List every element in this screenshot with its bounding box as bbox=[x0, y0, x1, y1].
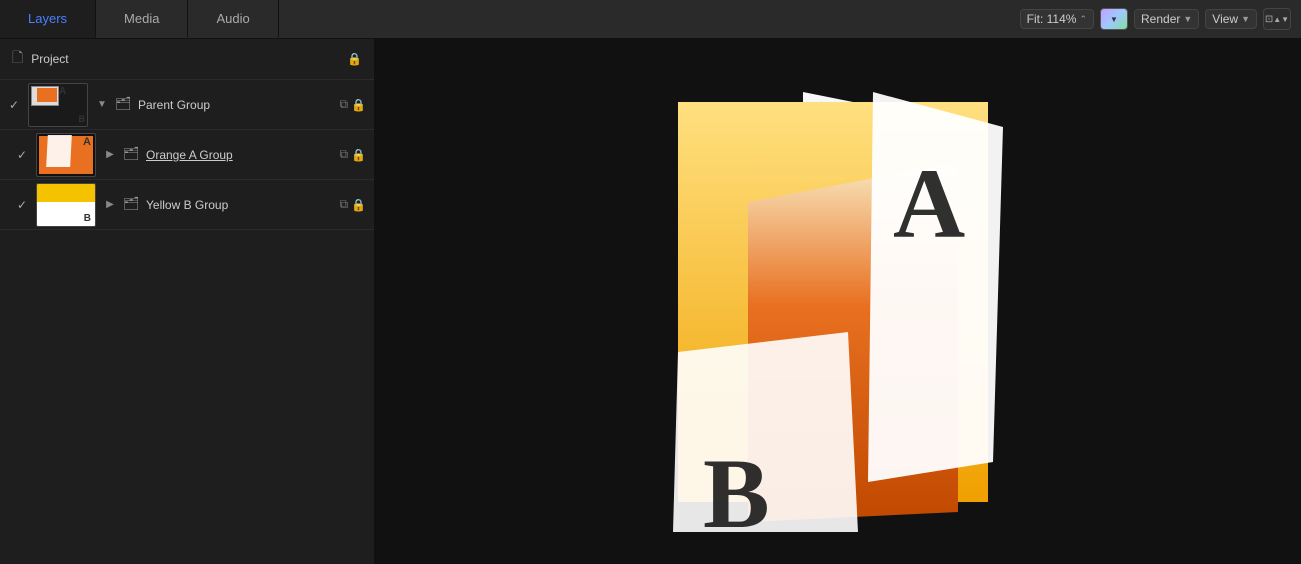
toolbar-right: Fit: 114% ⌃ ▼ Render ▼ View ▼ ⊡ ▲▼ bbox=[1010, 0, 1301, 38]
tab-layers[interactable]: Layers bbox=[0, 0, 96, 38]
render-chevron-icon: ▼ bbox=[1183, 14, 1192, 24]
view-chevron-icon: ▼ bbox=[1241, 14, 1250, 24]
parent-group-actions: ⧉ 🔒 bbox=[339, 97, 366, 112]
tab-audio[interactable]: Audio bbox=[188, 0, 278, 38]
canvas-area[interactable]: A B bbox=[375, 39, 1301, 564]
parent-group-folder-icon: 🗂 bbox=[115, 96, 133, 114]
yellow-b-lock-icon[interactable]: 🔒 bbox=[351, 198, 366, 212]
layer-row-yellow-b[interactable]: ✓ B ▶ 🗂 Yellow B Group ⧉ 🔒 bbox=[0, 180, 374, 230]
expand-arrow-right-icon-yellow-b: ▶ bbox=[106, 199, 114, 210]
layer-thumbnail-yellow-b: B bbox=[36, 183, 96, 227]
project-name: Project bbox=[31, 52, 68, 66]
orange-a-expand-button[interactable]: ▶ bbox=[102, 149, 118, 160]
orange-a-folder-icon: 🗂 bbox=[123, 146, 141, 164]
orange-a-lock-icon[interactable]: 🔒 bbox=[351, 148, 366, 162]
view-button[interactable]: View ▼ bbox=[1205, 9, 1257, 29]
yellow-b-copy-icon[interactable]: ⧉ bbox=[339, 197, 348, 212]
layer-row-orange-a[interactable]: ✓ A ▶ 🗂 Orange A Group ⧉ 🔒 bbox=[0, 130, 374, 180]
window-layout-button[interactable]: ⊡ ▲▼ bbox=[1263, 8, 1291, 30]
project-lock-icon: 🔒 bbox=[347, 52, 362, 66]
layer-thumbnail-orange-a: A bbox=[36, 133, 96, 177]
checkbox-mark-yellow-b: ✓ bbox=[17, 198, 27, 212]
left-panel: 🗋 Project 🔒 ✓ A B ▼ 🗂 Parent Group ⧉ 🔒 bbox=[0, 39, 375, 564]
yellow-b-folder-icon: 🗂 bbox=[123, 196, 141, 214]
parent-lock-icon[interactable]: 🔒 bbox=[351, 98, 366, 112]
thumb-parent-letter-b: B bbox=[79, 114, 86, 124]
fit-chevron-icon: ⌃ bbox=[1079, 14, 1087, 25]
parent-copy-icon[interactable]: ⧉ bbox=[339, 97, 348, 112]
orange-a-copy-icon[interactable]: ⧉ bbox=[339, 147, 348, 162]
orange-a-actions: ⧉ 🔒 bbox=[339, 147, 366, 162]
thumb-parent-letter-a: A bbox=[59, 86, 66, 97]
layer-checkbox-parent[interactable]: ✓ bbox=[0, 98, 28, 112]
layer-thumbnail-parent: A B bbox=[28, 83, 88, 127]
window-layout-chevron-icon: ▲▼ bbox=[1273, 15, 1289, 24]
orange-a-group-name: Orange A Group bbox=[146, 148, 339, 162]
svg-text:A: A bbox=[893, 148, 965, 259]
artwork-svg: A B bbox=[618, 62, 1058, 542]
thumb-orange-a-white-card bbox=[46, 135, 72, 167]
yellow-b-actions: ⧉ 🔒 bbox=[339, 197, 366, 212]
checkbox-mark-parent: ✓ bbox=[9, 98, 19, 112]
top-bar: Layers Media Audio Fit: 114% ⌃ ▼ Render … bbox=[0, 0, 1301, 39]
parent-group-name: Parent Group bbox=[138, 98, 339, 112]
tab-media[interactable]: Media bbox=[96, 0, 188, 38]
project-file-icon: 🗋 bbox=[12, 47, 23, 71]
layer-row-parent-group[interactable]: ✓ A B ▼ 🗂 Parent Group ⧉ 🔒 bbox=[0, 80, 374, 130]
checkbox-mark-orange-a: ✓ bbox=[17, 148, 27, 162]
thumb-yellow-b-letter: B bbox=[84, 213, 91, 224]
tab-group: Layers Media Audio bbox=[0, 0, 279, 38]
yellow-b-group-name: Yellow B Group bbox=[146, 198, 339, 212]
svg-text:B: B bbox=[703, 438, 770, 542]
artwork: A B bbox=[618, 62, 1058, 542]
expand-arrow-down-icon: ▼ bbox=[97, 99, 107, 110]
window-layout-icon: ⊡ bbox=[1265, 14, 1273, 25]
expand-arrow-right-icon-orange-a: ▶ bbox=[106, 149, 114, 160]
main-content: 🗋 Project 🔒 ✓ A B ▼ 🗂 Parent Group ⧉ 🔒 bbox=[0, 39, 1301, 564]
color-picker-button[interactable]: ▼ bbox=[1100, 8, 1128, 30]
parent-group-expand-button[interactable]: ▼ bbox=[94, 99, 110, 110]
thumb-orange-a-letter: A bbox=[83, 136, 91, 148]
color-picker-chevron-icon: ▼ bbox=[1110, 15, 1118, 24]
layer-checkbox-yellow-b[interactable]: ✓ bbox=[8, 198, 36, 212]
yellow-b-expand-button[interactable]: ▶ bbox=[102, 199, 118, 210]
project-row: 🗋 Project 🔒 bbox=[0, 39, 374, 80]
thumb-parent-orange-rect bbox=[37, 88, 57, 102]
render-button[interactable]: Render ▼ bbox=[1134, 9, 1199, 29]
layer-checkbox-orange-a[interactable]: ✓ bbox=[8, 148, 36, 162]
fit-button[interactable]: Fit: 114% ⌃ bbox=[1020, 9, 1094, 29]
